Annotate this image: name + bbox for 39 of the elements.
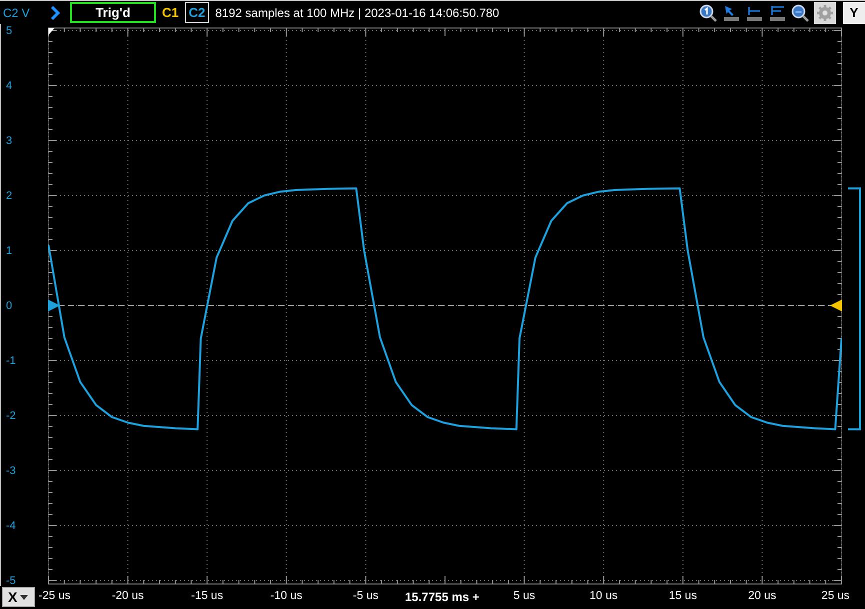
y-tick-label: 4 xyxy=(6,80,12,92)
trigger-status: Trig'd xyxy=(70,2,156,23)
zoom-icon[interactable] xyxy=(791,4,809,22)
y-tick-label: -1 xyxy=(6,354,16,366)
y-tick-label: 2 xyxy=(6,190,12,202)
x-tick-label: -15 us xyxy=(191,590,224,602)
y-tick-label: -2 xyxy=(6,410,16,422)
time-offset-label[interactable]: 15.7755 ms + xyxy=(405,590,480,604)
y-tick-label: 5 xyxy=(6,24,12,36)
y-tick-label: 1 xyxy=(6,244,12,256)
trigger-position-marker[interactable] xyxy=(48,28,54,35)
chevron-icon[interactable] xyxy=(50,6,60,20)
x-tick-label: 20 us xyxy=(748,590,776,602)
caret-icon xyxy=(20,594,28,600)
channel-tab[interactable]: C2 xyxy=(184,2,210,23)
x-tick-label: 10 us xyxy=(590,590,618,602)
x-tick-label: -25 us xyxy=(38,590,70,602)
channel-offset-marker[interactable] xyxy=(48,300,60,312)
marker-lines-icon[interactable] xyxy=(768,4,786,22)
y-tick-label: -3 xyxy=(6,464,16,476)
axis-unit-label: C2 V xyxy=(2,6,31,20)
y-tick-label: -4 xyxy=(6,520,16,532)
acquisition-info: 8192 samples at 100 MHz | 2023-01-16 14:06:50.780 xyxy=(215,6,500,20)
gear-icon xyxy=(816,4,834,22)
y-tick-label: 0 xyxy=(6,300,12,312)
x-tick-label: 5 us xyxy=(513,590,536,602)
x-tick-label: -5 us xyxy=(352,590,378,602)
y-tick-label: 3 xyxy=(6,134,12,146)
x-tick-label: -10 us xyxy=(270,590,302,602)
zoom-in-icon[interactable] xyxy=(699,4,717,22)
x-tick-label: 15 us xyxy=(668,590,697,602)
y-tick-label: -5 xyxy=(6,574,16,586)
y-axis-button[interactable]: Y xyxy=(843,2,865,24)
trigger-level-marker[interactable] xyxy=(830,300,842,312)
x-axis-button[interactable]: X xyxy=(2,587,35,607)
cursor-arrow-icon[interactable] xyxy=(722,4,740,22)
x-tick-label: -20 us xyxy=(112,590,144,602)
x-tick-label: 25 us xyxy=(821,590,850,602)
settings-button[interactable] xyxy=(814,2,836,24)
